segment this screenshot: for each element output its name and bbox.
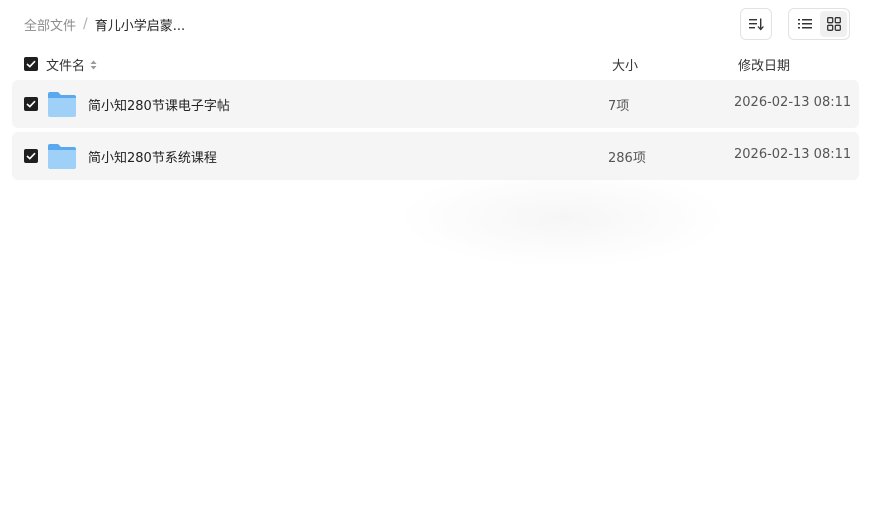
file-modified-date: 2026-02-13 08:11	[734, 95, 852, 110]
file-name[interactable]: 简小知280节系统课程	[88, 147, 217, 166]
breadcrumb-separator: /	[83, 16, 88, 32]
list-header: 文件名 大小 修改日期	[12, 50, 859, 78]
check-icon	[26, 100, 36, 108]
row-checkbox[interactable]	[24, 149, 38, 163]
folder-icon	[48, 92, 76, 117]
list-view-button[interactable]	[791, 11, 818, 37]
file-size: 7项	[608, 99, 630, 114]
grid-view-icon	[826, 17, 841, 31]
file-browser: 全部文件 / 育儿小学启蒙... 文件名 大小 修改日期 简小知280节课电子字…	[0, 0, 874, 514]
name-column-header[interactable]: 文件名	[46, 55, 97, 74]
size-column-header[interactable]: 大小	[612, 55, 638, 74]
check-icon	[26, 152, 36, 160]
row-checkbox[interactable]	[24, 97, 38, 111]
breadcrumb-current: 育儿小学启蒙...	[94, 18, 186, 34]
sort-icon	[749, 18, 764, 31]
file-modified-date: 2026-02-13 08:11	[734, 147, 852, 162]
file-row[interactable]: 简小知280节课电子字帖 7项 2026-02-13 08:11	[12, 80, 859, 128]
file-name[interactable]: 简小知280节课电子字帖	[88, 95, 230, 114]
name-column-label: 文件名	[46, 59, 86, 74]
breadcrumb-root-link[interactable]: 全部文件	[24, 15, 76, 34]
check-icon	[26, 60, 36, 68]
date-column-header[interactable]: 修改日期	[738, 55, 790, 74]
folder-icon	[48, 144, 76, 169]
list-view-icon	[797, 19, 812, 29]
file-size: 286项	[608, 151, 646, 166]
select-all-checkbox[interactable]	[24, 57, 38, 71]
sort-arrows-icon	[90, 60, 97, 70]
sort-button[interactable]	[740, 8, 772, 40]
background-glow	[398, 168, 728, 268]
view-toggle	[788, 8, 850, 40]
grid-view-button[interactable]	[820, 11, 847, 37]
breadcrumb: 全部文件 / 育儿小学启蒙...	[24, 14, 185, 34]
